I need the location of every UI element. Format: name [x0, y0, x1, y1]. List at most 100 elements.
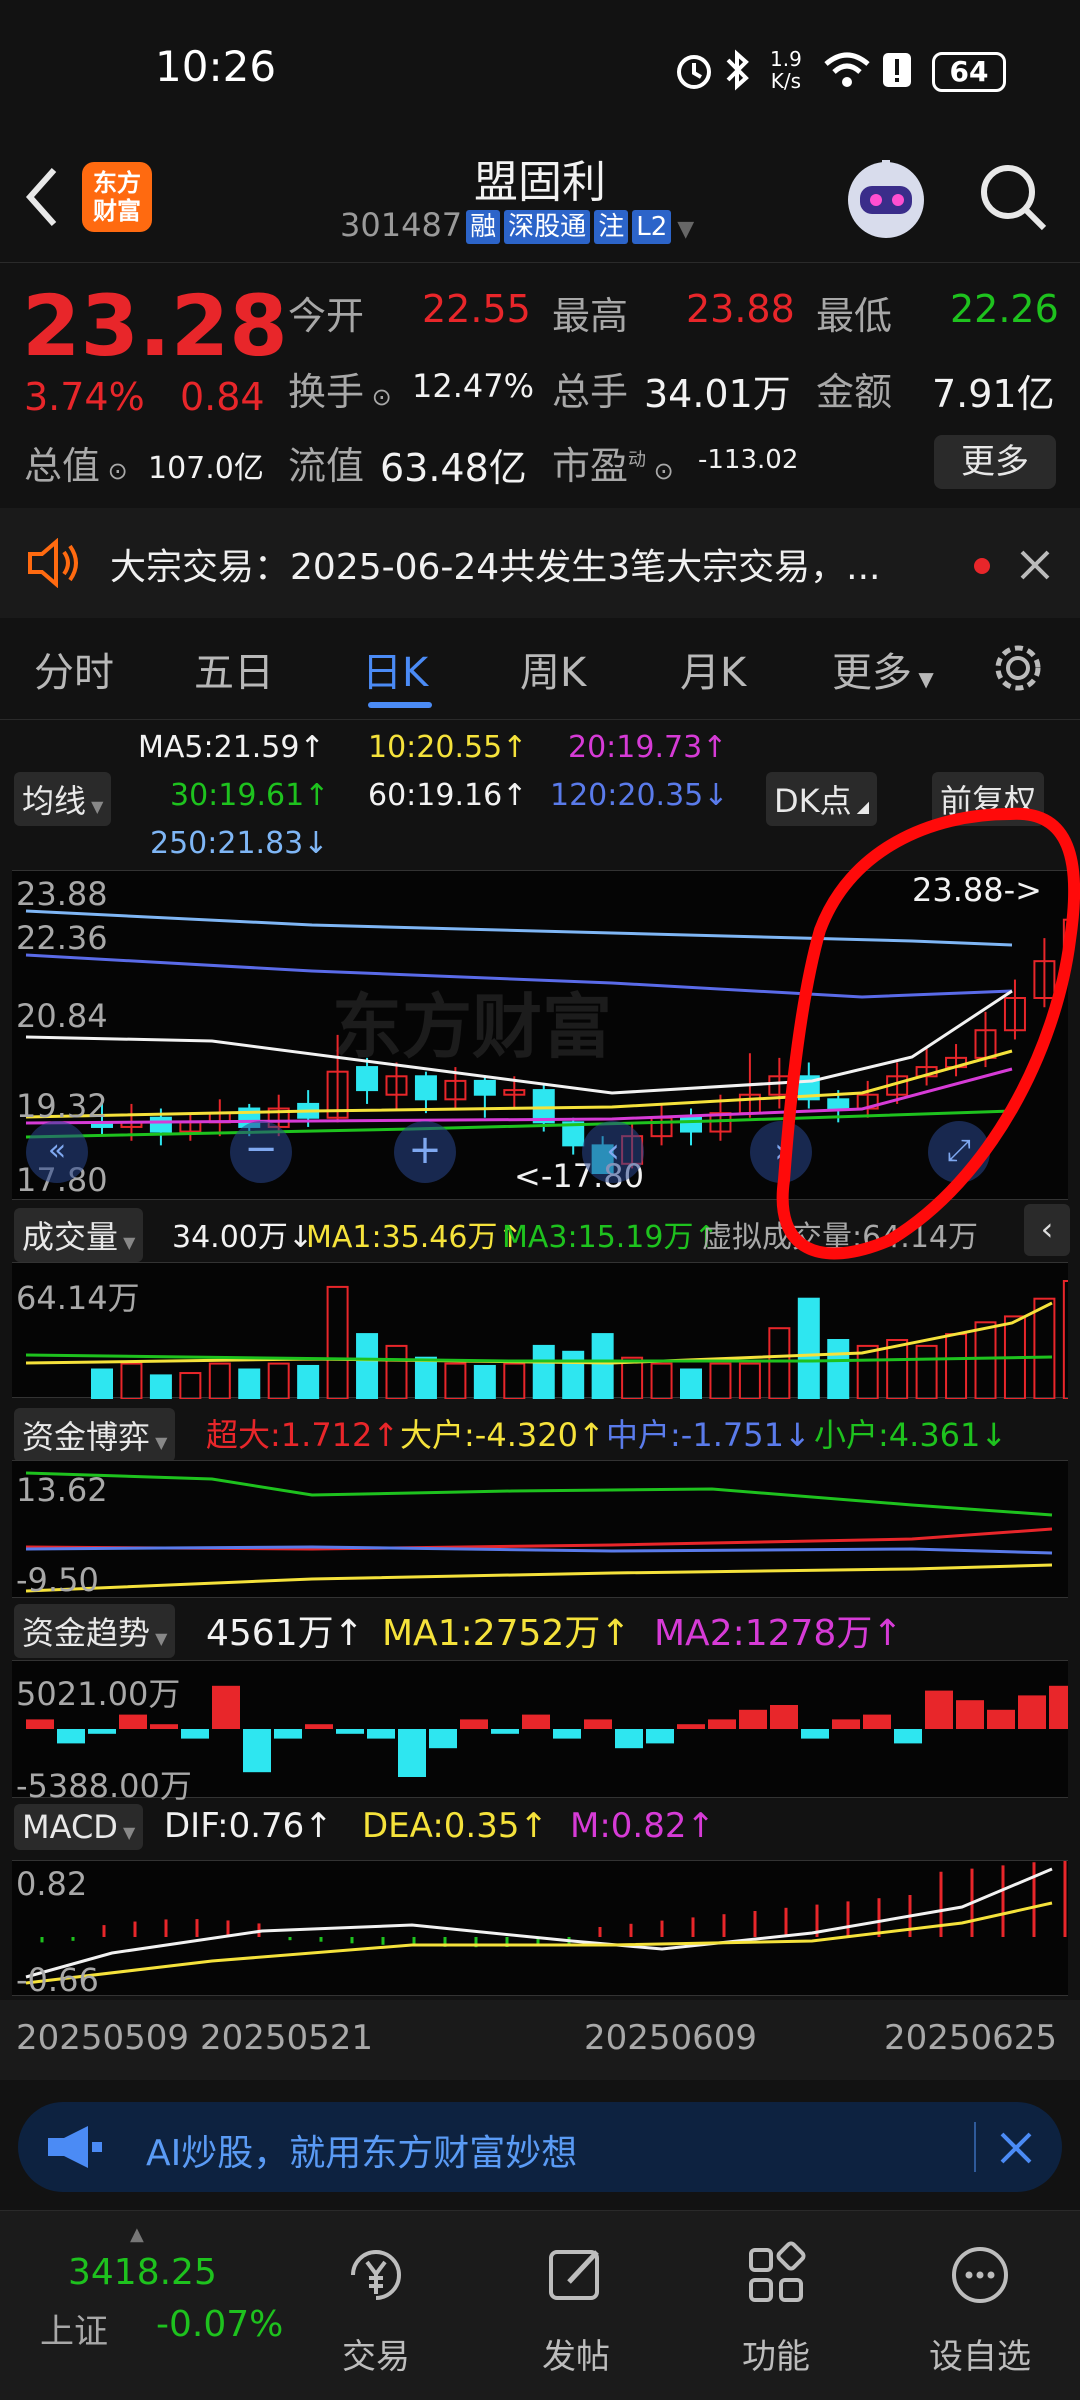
trend-bar	[491, 1729, 519, 1734]
ma30-label: 30:19.61↑	[170, 778, 330, 813]
trend-bar	[460, 1719, 488, 1729]
index-ticker[interactable]: ▲ 3418.25 上证 -0.07%	[20, 2224, 283, 2374]
tab-weekly-k[interactable]: 周K	[520, 640, 586, 698]
volume-bar	[915, 1344, 938, 1399]
trend-selector-button[interactable]: 资金趋势 ▼	[14, 1604, 176, 1658]
tab-more[interactable]: 更多 ▼	[832, 640, 934, 698]
robot-avatar-icon[interactable]	[842, 156, 930, 244]
volume-bar	[473, 1364, 496, 1399]
candle-body	[680, 1116, 702, 1133]
stock-code: 301487	[340, 206, 463, 244]
candle-body	[473, 1079, 496, 1096]
index-change: -0.07%	[156, 2304, 284, 2345]
fundflow-chart[interactable]: 13.62 -9.50	[12, 1460, 1068, 1599]
fundflow-plot	[25, 1471, 1053, 1593]
trend-chart[interactable]: 5021.00万 -5388.00万	[12, 1660, 1068, 1805]
trend-bar	[181, 1729, 209, 1739]
more-quote-button[interactable]: 更多	[934, 435, 1056, 489]
trend-bar	[212, 1685, 240, 1729]
fundflow-selector-button[interactable]: 资金博弈 ▼	[14, 1408, 176, 1462]
volume-bar	[326, 1285, 349, 1399]
trend-bar	[739, 1709, 767, 1729]
date-label-2: 20250521	[200, 2018, 374, 2058]
nav-post-label: 发帖	[542, 2337, 610, 2377]
wifi-icon	[824, 52, 870, 87]
alarm-icon	[677, 55, 711, 89]
stock-header: 东方 财富 盟固利 301487 融深股通注 L2 ▼	[0, 140, 1080, 260]
tab-five-day[interactable]: 五日	[194, 640, 274, 698]
ad-close-icon[interactable]	[998, 2130, 1034, 2166]
ma10-label: 10:20.55↑	[368, 730, 528, 765]
y-label-top: 23.88	[16, 875, 108, 913]
trend-bar	[150, 1724, 178, 1729]
volume-bar	[297, 1364, 320, 1399]
volume-ma1: MA1:35.46万↑	[306, 1220, 523, 1255]
notice-text: 大宗交易：2025-06-24共发生3笔大宗交易，...	[110, 547, 881, 588]
volume-plot	[25, 1280, 1068, 1399]
small-flow-line	[25, 1471, 1053, 1517]
large-flow: 大户:-4.320↑	[400, 1416, 605, 1454]
label-market-cap: 总值 ⊙	[24, 444, 128, 488]
macd-y-bottom: -0.66	[16, 1961, 99, 1999]
badge-zhu: 注	[594, 210, 629, 244]
macd-dea: DEA:0.35↑	[362, 1806, 548, 1846]
label-float-cap: 流值	[288, 444, 365, 488]
settings-gear-icon[interactable]	[990, 640, 1046, 696]
trend-bar	[646, 1729, 674, 1744]
value-amount: 7.91亿	[932, 372, 1055, 416]
close-icon[interactable]	[1018, 548, 1052, 582]
ma60-label: 60:19.16↑	[368, 778, 528, 813]
ma-selector-button[interactable]: 均线 ▼	[14, 772, 112, 826]
badge-l2: L2	[632, 210, 672, 244]
nav-functions-label: 功能	[742, 2337, 810, 2377]
volume-bar	[827, 1339, 850, 1399]
tab-intraday[interactable]: 分时	[34, 640, 114, 698]
ad-banner[interactable]: AI炒股，就用东方财富妙想	[18, 2102, 1062, 2192]
trend-bar	[615, 1729, 643, 1749]
scroll-back-icon[interactable]: ‹	[582, 1121, 644, 1183]
volume-bar	[591, 1333, 614, 1399]
search-icon[interactable]	[976, 160, 1050, 234]
trade-yen-icon	[351, 2250, 401, 2300]
tab-monthly-k[interactable]: 月K	[680, 640, 746, 698]
volume-chart[interactable]: 64.14万	[12, 1262, 1068, 1399]
y-label-3: 20.84	[16, 997, 108, 1035]
date-axis: 20250509 20250521 20250609 20250625	[0, 2000, 1080, 2080]
dropdown-caret-icon: ▼	[677, 217, 695, 242]
scroll-left-icon[interactable]: «	[26, 1121, 88, 1183]
trend-bar	[708, 1719, 736, 1729]
nav-trade[interactable]: 交易	[306, 2240, 446, 2378]
candle-body	[149, 1116, 172, 1133]
tab-daily-k[interactable]: 日K	[362, 640, 428, 698]
volume-bar	[738, 1362, 761, 1399]
zoom-out-icon[interactable]: −	[230, 1121, 292, 1183]
notice-bar[interactable]: 大宗交易：2025-06-24共发生3笔大宗交易，...	[0, 508, 1080, 618]
volume-bar	[149, 1374, 172, 1399]
net-speed-value: 1.9	[770, 47, 802, 71]
stock-code-row[interactable]: 301487 融深股通注 L2 ▼	[340, 206, 760, 244]
volume-bar	[385, 1344, 408, 1399]
zoom-in-icon[interactable]: +	[394, 1121, 456, 1183]
dif-line	[25, 1867, 1053, 1979]
trend-ma1: MA1:2752万↑	[382, 1613, 631, 1654]
active-tab-indicator	[368, 702, 432, 708]
macd-chart[interactable]: 0.82 -0.66	[12, 1860, 1068, 1999]
volume-selector-button[interactable]: 成交量 ▼	[14, 1208, 144, 1262]
nav-add-watchlist[interactable]: 设自选	[910, 2240, 1050, 2378]
ma250-label: 250:21.83↓	[150, 826, 329, 861]
macd-m: M:0.82↑	[570, 1806, 715, 1846]
fundflow-y-top: 13.62	[16, 1471, 108, 1509]
mid-flow-line	[25, 1545, 1053, 1555]
trend-bar	[832, 1719, 860, 1729]
nav-functions[interactable]: 功能	[706, 2240, 846, 2378]
ma120-label: 120:20.35↓	[550, 778, 729, 813]
macd-selector-button[interactable]: MACD ▼	[14, 1804, 144, 1850]
nav-post[interactable]: 发帖	[506, 2240, 646, 2378]
date-label-3: 20250609	[584, 2018, 758, 2058]
functions-grid-icon	[749, 2241, 806, 2302]
nav-trade-label: 交易	[342, 2337, 410, 2377]
volume-bar	[91, 1368, 113, 1399]
macd-y-top: 0.82	[16, 1865, 88, 1903]
label-low: 最低	[816, 294, 893, 338]
trend-bar	[553, 1729, 581, 1739]
